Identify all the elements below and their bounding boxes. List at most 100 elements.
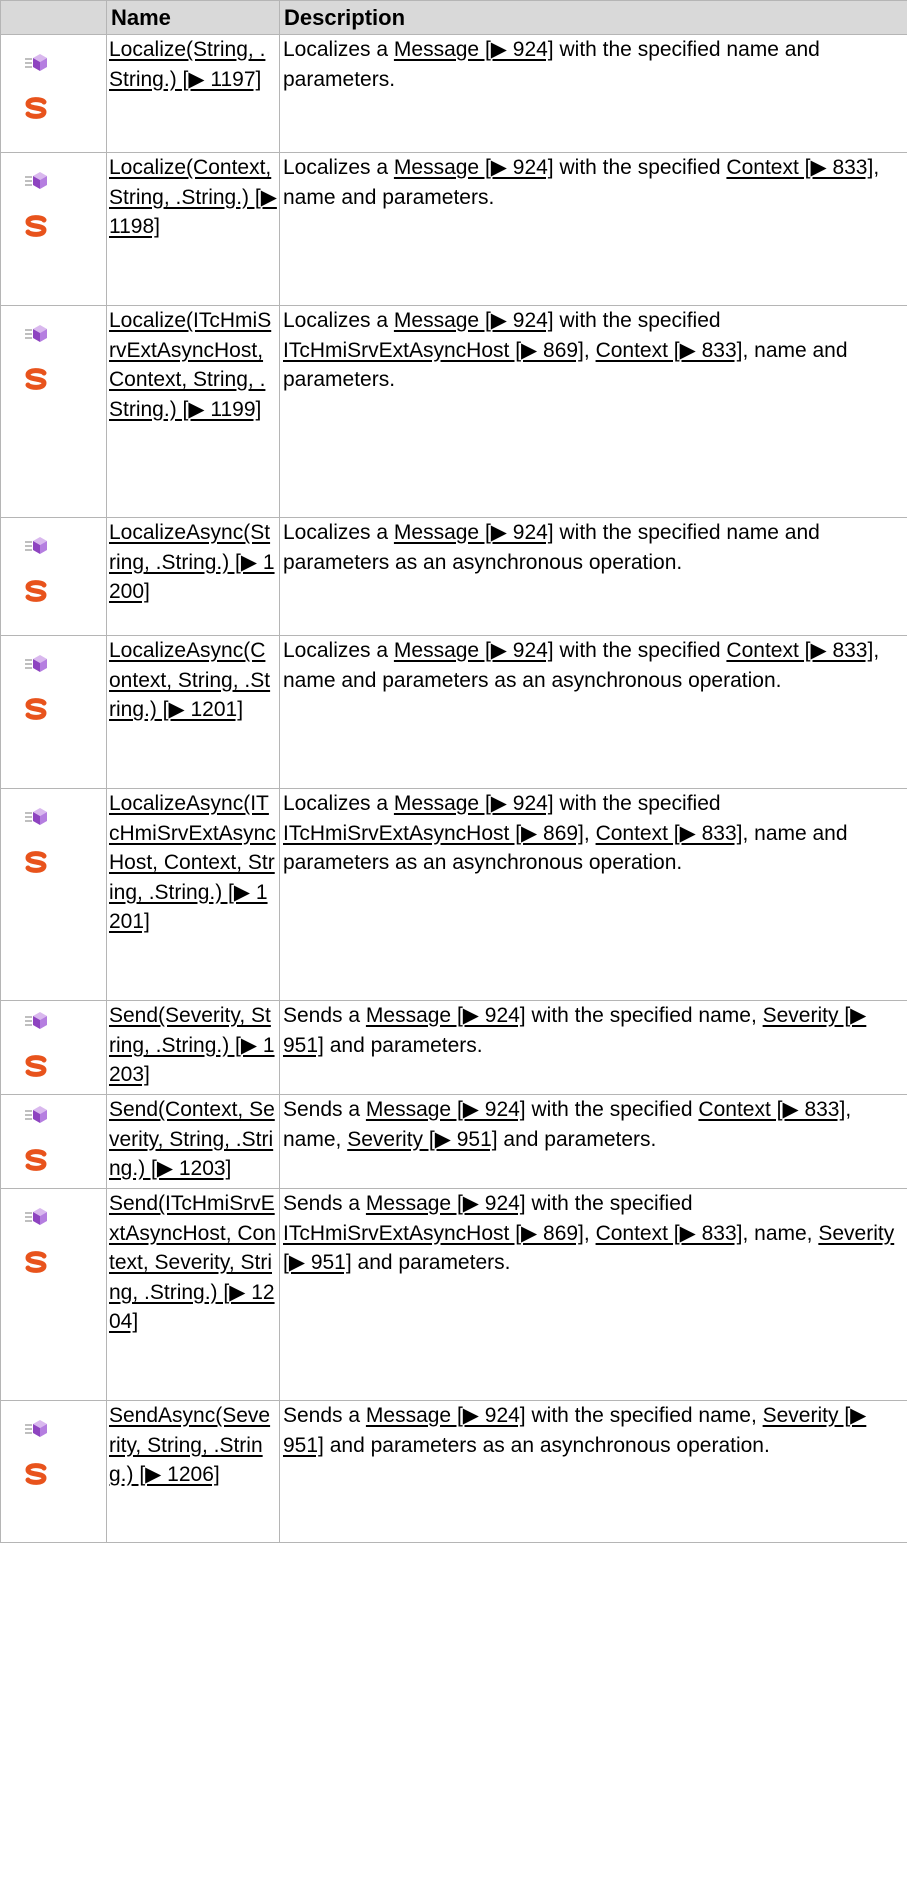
description-text: and parameters. [323, 1033, 483, 1057]
static-icon [25, 580, 47, 602]
table-row: SendAsync(Severity, String, .String.) [▶… [0, 1400, 907, 1543]
reference-link[interactable]: ITcHmiSrvExtAsyncHost [▶ 869] [283, 1222, 584, 1245]
reference-link[interactable]: Context [▶ 833] [698, 1098, 845, 1121]
member-name-link[interactable]: Send(ITcHmiSrvExtAsyncHost, Context, Sev… [107, 1189, 279, 1337]
member-name-link[interactable]: Send(Context, Severity, String, .String.… [107, 1095, 279, 1184]
description-text: Sends a [283, 1192, 366, 1215]
reference-link[interactable]: Message [▶ 924] [394, 156, 554, 179]
static-icon [25, 851, 47, 873]
member-name-link[interactable]: LocalizeAsync(String, .String.) [▶ 1200] [107, 518, 279, 607]
member-icons-cell [0, 635, 107, 789]
table-row: Send(Context, Severity, String, .String.… [0, 1094, 907, 1189]
public-method-icon [25, 1420, 47, 1437]
member-icons-cell [0, 305, 107, 518]
member-name-cell: LocalizeAsync(ITcHmiSrvExtAsyncHost, Con… [106, 788, 280, 1001]
description-text: Sends a [283, 1004, 366, 1027]
reference-link[interactable]: Context [▶ 833] [596, 1222, 743, 1245]
reference-link[interactable]: Message [▶ 924] [366, 1192, 526, 1215]
member-icons-cell [0, 34, 107, 153]
member-description-cell: Sends a Message [▶ 924] with the specifi… [279, 1000, 907, 1095]
member-description-cell: Localizes a Message [▶ 924] with the spe… [279, 305, 907, 518]
reference-link[interactable]: ITcHmiSrvExtAsyncHost [▶ 869] [283, 339, 584, 362]
description-text: Sends a [283, 1404, 366, 1427]
description-text: Localizes a [283, 639, 394, 662]
member-icons-cell [0, 1400, 107, 1543]
description-text: Localizes a [283, 38, 394, 61]
member-name-link[interactable]: Localize(ITcHmiSrvExtAsyncHost, Context,… [107, 306, 279, 424]
reference-link[interactable]: ITcHmiSrvExtAsyncHost [▶ 869] [283, 822, 584, 845]
member-icons-cell [0, 788, 107, 1001]
member-description: Sends a Message [▶ 924] with the specifi… [280, 1095, 907, 1154]
member-description-cell: Sends a Message [▶ 924] with the specifi… [279, 1188, 907, 1401]
member-name-link[interactable]: LocalizeAsync(Context, String, .String.)… [107, 636, 279, 725]
static-icon [25, 1055, 47, 1077]
table-row: LocalizeAsync(Context, String, .String.)… [0, 635, 907, 789]
icon-column-header [0, 0, 107, 35]
member-description: Localizes a Message [▶ 924] with the spe… [280, 636, 907, 695]
description-text: with the specified [553, 639, 727, 662]
public-method-icon [25, 325, 47, 342]
member-name-link[interactable]: LocalizeAsync(ITcHmiSrvExtAsyncHost, Con… [107, 789, 279, 937]
description-column-header: Description [279, 0, 907, 35]
member-description: Sends a Message [▶ 924] with the specifi… [280, 1401, 907, 1460]
public-method-icon [25, 655, 47, 672]
reference-link[interactable]: Message [▶ 924] [394, 521, 554, 544]
description-text: , [583, 821, 596, 845]
reference-link[interactable]: Context [▶ 833] [726, 156, 873, 179]
reference-link[interactable]: Message [▶ 924] [394, 38, 554, 61]
member-description-cell: Localizes a Message [▶ 924] with the spe… [279, 152, 907, 306]
member-name-link[interactable]: Localize(Context, String, .String.) [▶ 1… [107, 153, 279, 242]
member-name-cell: LocalizeAsync(String, .String.) [▶ 1200] [106, 517, 280, 636]
table-row: Send(ITcHmiSrvExtAsyncHost, Context, Sev… [0, 1188, 907, 1401]
public-method-icon [25, 54, 47, 71]
reference-link[interactable]: Message [▶ 924] [366, 1004, 526, 1027]
member-icons-cell [0, 1094, 107, 1189]
member-description-cell: Localizes a Message [▶ 924] with the spe… [279, 788, 907, 1001]
public-method-icon [25, 537, 47, 554]
member-name-link[interactable]: Send(Severity, String, .String.) [▶ 1203… [107, 1001, 279, 1090]
member-name-cell: Send(Severity, String, .String.) [▶ 1203… [106, 1000, 280, 1095]
static-icon [25, 698, 47, 720]
member-name-cell: Send(Context, Severity, String, .String.… [106, 1094, 280, 1189]
member-description: Localizes a Message [▶ 924] with the spe… [280, 35, 907, 94]
description-text: with the specified [525, 1098, 699, 1121]
member-name-cell: Localize(String, .String.) [▶ 1197] [106, 34, 280, 153]
reference-link[interactable]: Message [▶ 924] [394, 639, 554, 662]
reference-link[interactable]: Context [▶ 833] [596, 339, 743, 362]
public-method-icon [25, 808, 47, 825]
member-description-cell: Localizes a Message [▶ 924] with the spe… [279, 34, 907, 153]
member-name-cell: Localize(Context, String, .String.) [▶ 1… [106, 152, 280, 306]
member-description: Localizes a Message [▶ 924] with the spe… [280, 306, 907, 395]
description-text: Localizes a [283, 792, 394, 815]
reference-link[interactable]: Message [▶ 924] [394, 309, 554, 332]
member-description: Localizes a Message [▶ 924] with the spe… [280, 153, 907, 212]
member-description: Sends a Message [▶ 924] with the specifi… [280, 1001, 907, 1060]
static-icon [25, 97, 47, 119]
table-row: Localize(Context, String, .String.) [▶ 1… [0, 152, 907, 306]
reference-link[interactable]: Message [▶ 924] [366, 1098, 526, 1121]
reference-link[interactable]: Message [▶ 924] [366, 1404, 526, 1427]
description-text: and parameters as an asynchronous operat… [323, 1433, 770, 1457]
description-text: with the specified [553, 156, 727, 179]
member-name-link[interactable]: SendAsync(Severity, String, .String.) [▶… [107, 1401, 279, 1490]
description-text: Sends a [283, 1098, 366, 1121]
member-description: Sends a Message [▶ 924] with the specifi… [280, 1189, 907, 1278]
reference-link[interactable]: Message [▶ 924] [394, 792, 554, 815]
member-name-cell: LocalizeAsync(Context, String, .String.)… [106, 635, 280, 789]
table-row: Send(Severity, String, .String.) [▶ 1203… [0, 1000, 907, 1095]
reference-link[interactable]: Context [▶ 833] [596, 822, 743, 845]
static-icon [25, 1251, 47, 1273]
member-name-link[interactable]: Localize(String, .String.) [▶ 1197] [107, 35, 279, 94]
member-name-cell: Localize(ITcHmiSrvExtAsyncHost, Context,… [106, 305, 280, 518]
description-text: , [583, 1221, 596, 1245]
reference-link[interactable]: Context [▶ 833] [726, 639, 873, 662]
description-text: Localizes a [283, 309, 394, 332]
table-row: LocalizeAsync(String, .String.) [▶ 1200]… [0, 517, 907, 636]
description-text: with the specified name, [525, 1404, 763, 1427]
methods-table: Name Description Localize(String, .Strin… [0, 0, 907, 1543]
static-icon [25, 1463, 47, 1485]
member-description-cell: Localizes a Message [▶ 924] with the spe… [279, 517, 907, 636]
description-text: with the specified name, [525, 1004, 763, 1027]
reference-link[interactable]: Severity [▶ 951] [347, 1128, 497, 1151]
member-icons-cell [0, 517, 107, 636]
